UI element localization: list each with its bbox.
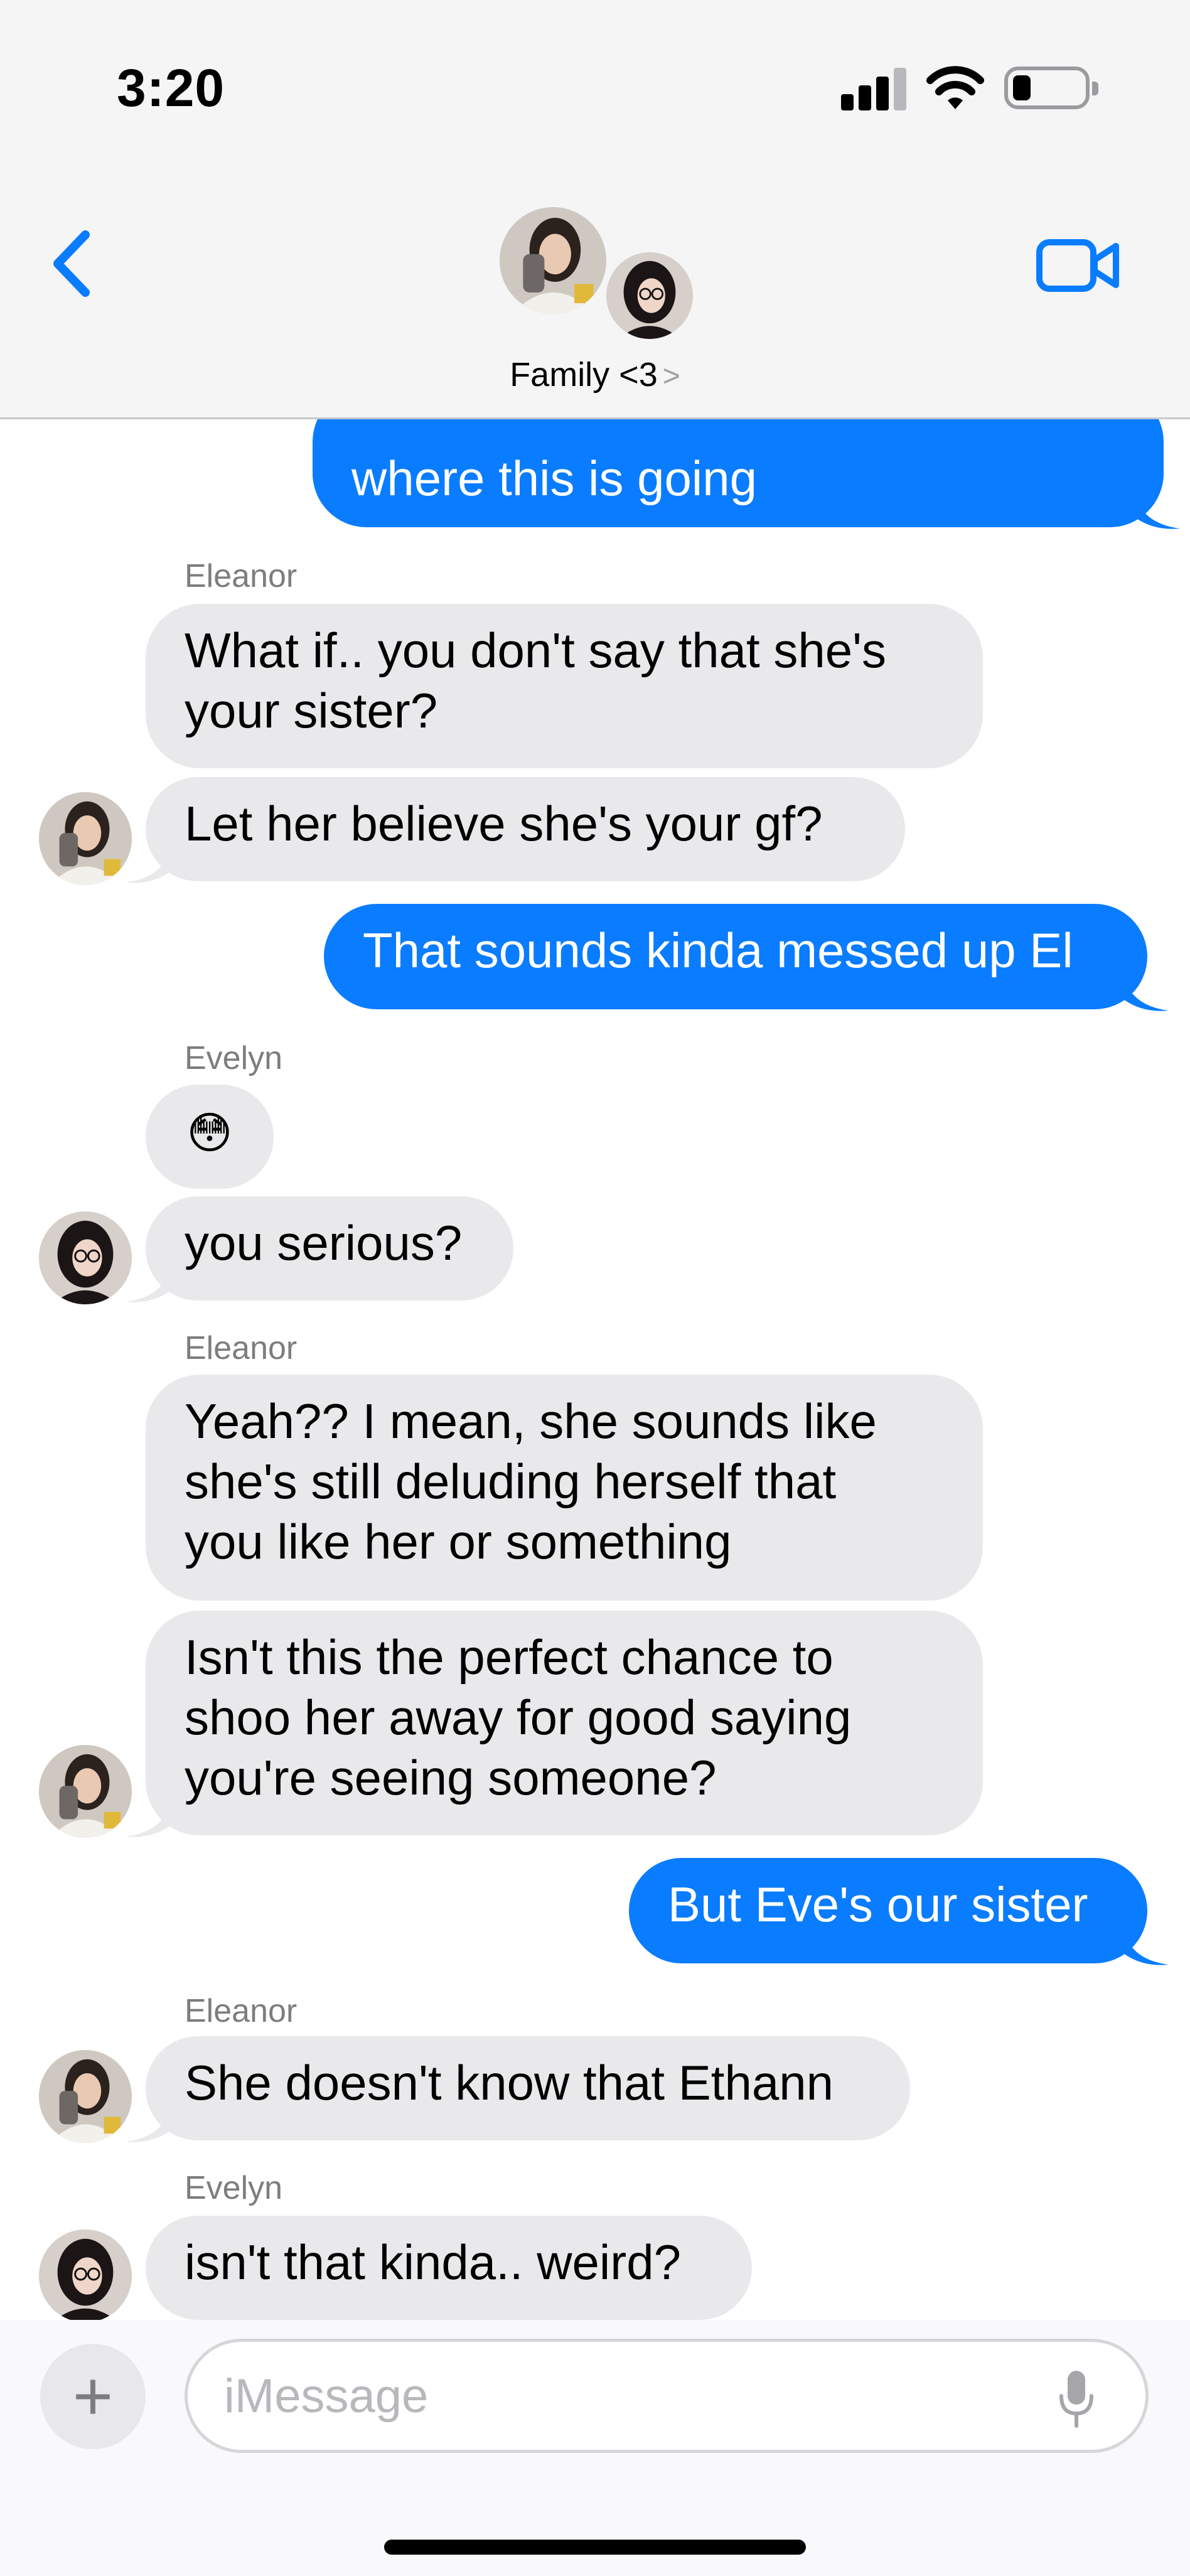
bubble-tail xyxy=(126,1265,171,1302)
sender-name: Eleanor xyxy=(185,558,298,594)
microphone-icon[interactable] xyxy=(1058,2369,1095,2428)
group-name-label: Family <3 xyxy=(510,356,658,394)
message-bubble-outgoing[interactable]: That sounds kinda messed up El xyxy=(324,904,1147,1009)
bubble-tail xyxy=(126,2105,171,2142)
sender-name: Eleanor xyxy=(185,1330,298,1366)
message-bubble-incoming[interactable]: Let her believe she's your gf? xyxy=(146,777,905,881)
plus-icon[interactable]: + xyxy=(40,2344,146,2449)
bubble-tail xyxy=(1123,974,1169,1011)
bubble-tail xyxy=(1123,1928,1169,1965)
message-bubble-incoming[interactable]: isn't that kinda.. weird? xyxy=(146,2216,752,2320)
status-time: 3:20 xyxy=(117,58,225,117)
flushed-face-emoji: 😳 xyxy=(186,1107,233,1159)
message-bubble-incoming[interactable]: you serious? xyxy=(146,1196,513,1301)
message-bubble-incoming[interactable]: What if.. you don't say that she's your … xyxy=(146,604,983,768)
message-bubble-incoming[interactable]: Yeah?? I mean, she sounds like she's sti… xyxy=(146,1375,983,1601)
message-input[interactable] xyxy=(224,2364,1040,2427)
sender-name: Evelyn xyxy=(185,2170,283,2206)
avatar-eleanor[interactable] xyxy=(39,1745,132,1838)
bubble-tail xyxy=(126,1800,171,1837)
avatar-eleanor[interactable] xyxy=(39,2050,132,2143)
composer-bar: + xyxy=(0,2320,1190,2576)
avatar-evelyn xyxy=(603,249,697,343)
message-bubble-incoming[interactable]: She doesn't know that Ethann xyxy=(146,2036,910,2140)
signal-icon xyxy=(841,68,908,110)
message-bubble-incoming[interactable]: 😳 xyxy=(146,1085,274,1189)
battery-icon xyxy=(1004,67,1098,109)
avatar-evelyn[interactable] xyxy=(39,1211,132,1304)
avatar-evelyn[interactable] xyxy=(39,2230,132,2322)
chevron-right-icon: > xyxy=(662,360,680,393)
sender-name: Eleanor xyxy=(185,1993,298,2029)
home-indicator xyxy=(384,2540,806,2555)
group-avatar-stack[interactable] xyxy=(496,205,703,343)
bubble-tail xyxy=(126,846,171,883)
conversation-header: 3:20 Family <3 > xyxy=(0,0,1190,419)
message-bubble-outgoing[interactable]: But Eve's our sister xyxy=(629,1858,1147,1963)
back-chevron-icon[interactable] xyxy=(44,226,100,301)
video-camera-icon[interactable] xyxy=(1034,233,1122,296)
avatar-eleanor xyxy=(500,207,606,314)
wifi-icon xyxy=(926,66,984,109)
message-field[interactable] xyxy=(185,2339,1149,2453)
message-bubble-incoming[interactable]: Isn't this the perfect chance to shoo he… xyxy=(146,1611,983,1835)
avatar-eleanor[interactable] xyxy=(39,792,132,885)
group-name[interactable]: Family <3 > xyxy=(0,355,1190,394)
bubble-tail xyxy=(1135,492,1180,529)
sender-name: Evelyn xyxy=(185,1040,283,1076)
messages-screen: 3:20 Family <3 > where this is going Ele… xyxy=(0,0,1190,2576)
